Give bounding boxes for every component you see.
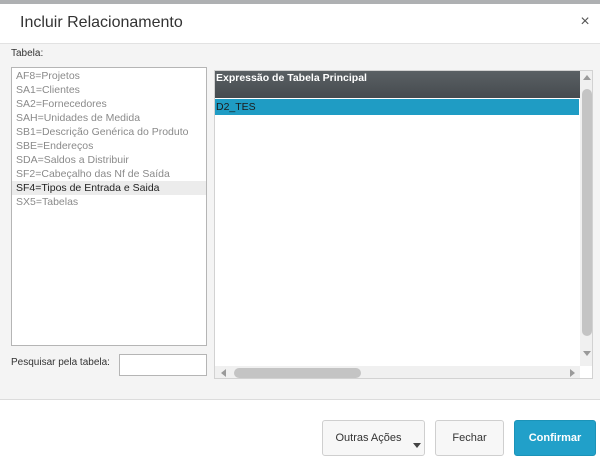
list-item[interactable]: AF8=Projetos: [12, 69, 206, 83]
caret-down-icon: [413, 443, 421, 448]
scroll-up-icon[interactable]: [583, 75, 591, 80]
dialog-body: Tabela: AF8=Projetos SA1=Clientes SA2=Fo…: [0, 44, 600, 399]
close-icon[interactable]: ×: [576, 13, 594, 31]
list-item[interactable]: SBE=Endereços: [12, 139, 206, 153]
vertical-scrollbar[interactable]: [580, 71, 592, 366]
list-item[interactable]: SF2=Cabeçalho das Nf de Saída: [12, 167, 206, 181]
tabela-label: Tabela:: [11, 48, 44, 59]
outras-acoes-label: Outras Ações: [335, 432, 402, 444]
list-item[interactable]: SDA=Saldos a Distribuir: [12, 153, 206, 167]
scroll-left-icon[interactable]: [221, 369, 226, 377]
dialog-title: Incluir Relacionamento: [20, 14, 183, 31]
horizontal-scroll-thumb[interactable]: [234, 368, 361, 378]
dialog-footer: Outras Ações Fechar Confirmar: [0, 399, 600, 474]
horizontal-scrollbar[interactable]: [215, 366, 580, 378]
scroll-down-icon[interactable]: [583, 351, 591, 356]
list-item-selected[interactable]: SF4=Tipos de Entrada e Saida: [12, 181, 206, 195]
list-item[interactable]: SB1=Descrição Genérica do Produto: [12, 125, 206, 139]
tabela-listbox[interactable]: AF8=Projetos SA1=Clientes SA2=Fornecedor…: [11, 67, 207, 346]
table-row[interactable]: D2_TES: [215, 99, 579, 115]
outras-acoes-button[interactable]: Outras Ações: [322, 420, 425, 456]
expression-grid: Expressão de Tabela Principal D2_TES: [214, 70, 593, 379]
list-item[interactable]: SA2=Fornecedores: [12, 97, 206, 111]
scroll-right-icon[interactable]: [570, 369, 575, 377]
fechar-button[interactable]: Fechar: [435, 420, 504, 456]
dialog-titlebar: Incluir Relacionamento ×: [0, 4, 600, 44]
confirmar-button[interactable]: Confirmar: [514, 420, 596, 456]
grid-header: Expressão de Tabela Principal: [215, 71, 580, 98]
search-input[interactable]: [119, 354, 207, 376]
incluir-relacionamento-dialog: Incluir Relacionamento × Tabela: AF8=Pro…: [0, 0, 600, 474]
list-item[interactable]: SX5=Tabelas: [12, 195, 206, 209]
search-label: Pesquisar pela tabela:: [11, 357, 110, 368]
list-item[interactable]: SA1=Clientes: [12, 83, 206, 97]
list-item[interactable]: SAH=Unidades de Medida: [12, 111, 206, 125]
vertical-scroll-thumb[interactable]: [582, 89, 592, 336]
